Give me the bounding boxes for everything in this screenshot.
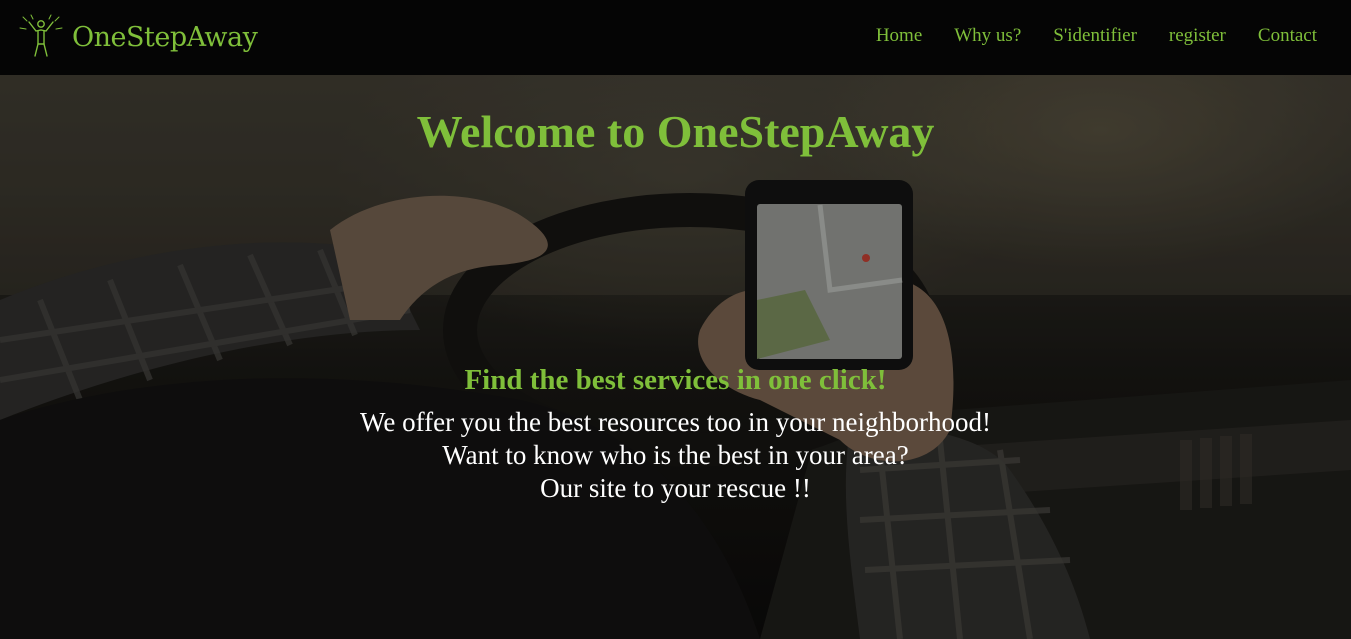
top-navbar: OneStepAway Home Why us? S'identifier re…: [0, 0, 1351, 75]
hero-title: Welcome to OneStepAway: [416, 106, 935, 157]
hero-line: Want to know who is the best in your are…: [442, 440, 909, 470]
hero-description: We offer you the best resources too in y…: [0, 406, 1351, 505]
hero-background-photo: [0, 0, 1351, 639]
hero-line: We offer you the best resources too in y…: [360, 407, 991, 437]
hero-line: Our site to your rescue !!: [540, 473, 811, 503]
nav-link-contact[interactable]: Contact: [1258, 24, 1317, 48]
nav-link-home[interactable]: Home: [876, 24, 922, 48]
brand-logo-link[interactable]: OneStepAway: [18, 12, 258, 62]
person-arms-raised-icon: [19, 14, 63, 57]
nav-link-why-us[interactable]: Why us?: [954, 24, 1021, 48]
hero-overlay: [0, 0, 1351, 639]
page: OneStepAway Home Why us? S'identifier re…: [0, 0, 1351, 639]
nav-link-sign-in[interactable]: S'identifier: [1053, 24, 1137, 48]
nav-link-register[interactable]: register: [1169, 24, 1226, 48]
hero-tagline: Find the best services in one click!: [464, 364, 887, 396]
nav-menu: Home Why us? S'identifier register Conta…: [844, 24, 1317, 48]
brand-name: OneStepAway: [72, 21, 258, 53]
